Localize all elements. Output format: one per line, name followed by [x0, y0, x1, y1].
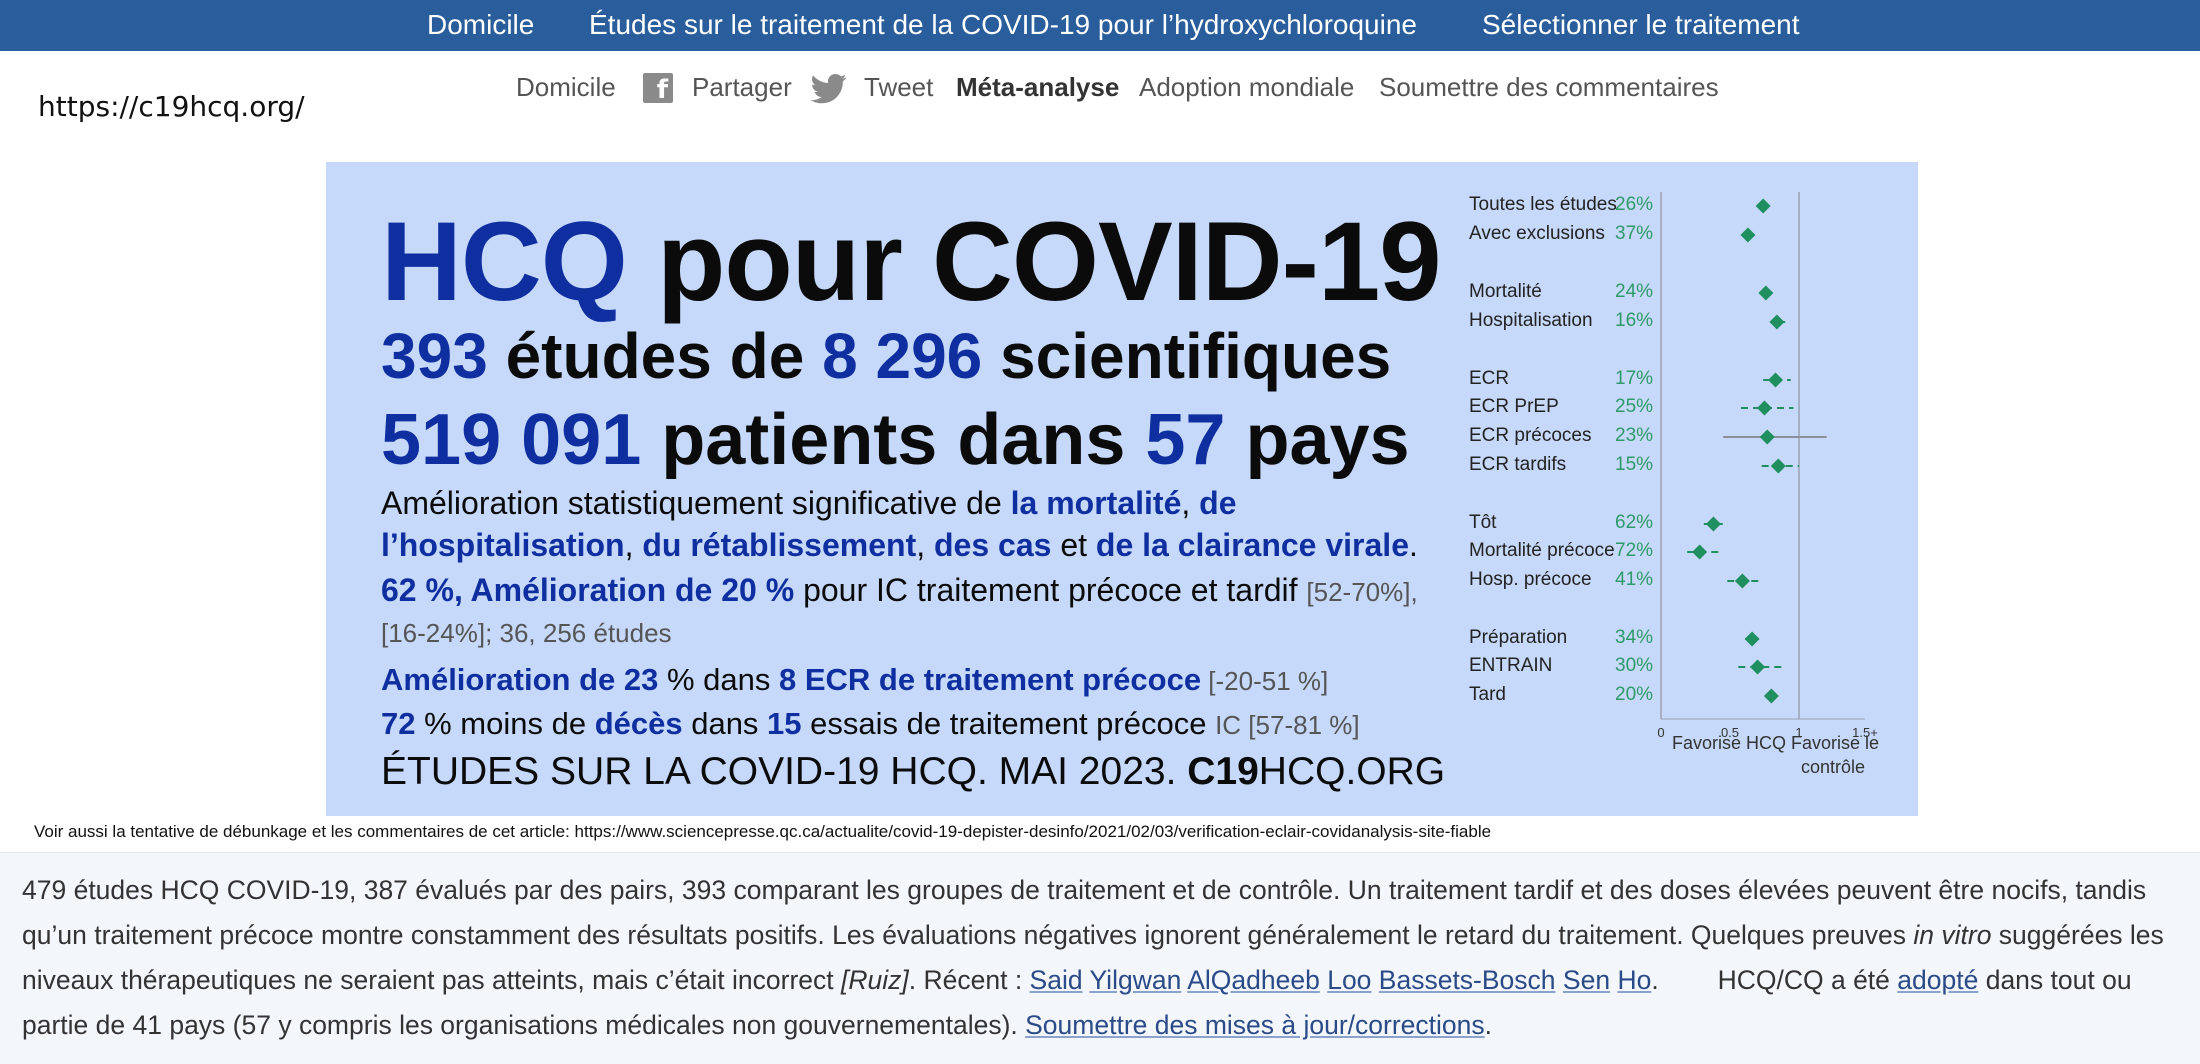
forest-plot-graphic: 0 0.5 1 1.5+ [1657, 192, 1878, 740]
nav-select-treatment-link[interactable]: Sélectionner le traitement [1482, 9, 1800, 41]
forest-point-marker [1692, 544, 1708, 560]
forest-row-percent: 24% [1615, 281, 1654, 302]
forest-point-marker [1763, 688, 1779, 704]
forest-row-percent: 34% [1615, 627, 1654, 648]
forest-point-marker [1770, 458, 1786, 474]
url-label: https://c19hcq.org/ [38, 90, 305, 123]
top-nav-bar: Domicile Études sur le traitement de la … [0, 0, 2200, 51]
forest-row-percent: 16% [1615, 310, 1654, 331]
forest-row-label: ECR PrEP [1469, 396, 1559, 417]
submit-corrections-link[interactable]: Soumettre des mises à jour/corrections [1025, 1010, 1485, 1040]
summary-banner: HCQ pour COVID-19 393 études de 8 296 sc… [326, 162, 1918, 816]
forest-row-percent: 37% [1615, 223, 1654, 244]
x-axis-tick-label: 0 [1657, 725, 1664, 740]
recent-study-link[interactable]: AlQadheeb [1187, 965, 1320, 995]
forest-row-percent: 25% [1615, 396, 1654, 417]
forest-row-percent: 72% [1615, 540, 1654, 561]
subnav-share-link[interactable]: Partager [692, 72, 792, 103]
nav-home-link[interactable]: Domicile [427, 9, 534, 41]
forest-point-marker [1759, 429, 1775, 445]
forest-point-marker [1750, 659, 1766, 675]
adopted-link[interactable]: adopté [1897, 965, 1978, 995]
favors-control-label-2: contrôle [1801, 757, 1866, 777]
forest-point-marker [1705, 516, 1721, 532]
forest-point-marker [1757, 400, 1772, 416]
facebook-icon[interactable]: f [643, 73, 673, 105]
forest-point-marker [1740, 227, 1756, 243]
debunk-footnote: Voir aussi la tentative de débunkage et … [34, 822, 1492, 841]
forest-point-marker [1734, 573, 1750, 589]
forest-row-percent: 23% [1615, 425, 1654, 446]
subnav-tweet-link[interactable]: Tweet [864, 72, 933, 103]
forest-row-percent: 62% [1615, 512, 1654, 533]
recent-study-link[interactable]: Yilgwan [1089, 965, 1181, 995]
forest-row-label: Hosp. précoce [1469, 569, 1592, 590]
forest-row-percent: 20% [1615, 684, 1654, 705]
subnav-meta-analysis-link[interactable]: Méta-analyse [956, 72, 1119, 103]
description-panel: 479 études HCQ COVID-19, 387 évalués par… [0, 852, 2200, 1064]
nav-studies-link[interactable]: Études sur le traitement de la COVID-19 … [589, 9, 1417, 41]
forest-row-label: Mortalité [1469, 281, 1542, 302]
forest-row-percent: 41% [1615, 569, 1654, 590]
forest-point-marker [1755, 198, 1771, 214]
recent-study-link[interactable]: Bassets-Bosch [1379, 965, 1556, 995]
forest-row-percent: 15% [1615, 454, 1654, 475]
description-text: 479 études HCQ COVID-19, 387 évalués par… [22, 875, 2164, 1040]
forest-point-marker [1744, 631, 1760, 647]
forest-row-percent: 26% [1615, 194, 1654, 215]
forest-row-label: Avec exclusions [1469, 223, 1605, 244]
forest-plot: 0 0.5 1 1.5+ Toutes les études 26% Avec exclu… [326, 162, 1918, 816]
subnav-feedback-link[interactable]: Soumettre des commentaires [1379, 72, 1719, 103]
forest-row-label: ECR précoces [1469, 425, 1592, 446]
forest-row-label: Tôt [1469, 512, 1497, 533]
forest-row-percent: 17% [1615, 368, 1654, 389]
recent-study-link[interactable]: Said [1030, 965, 1083, 995]
forest-row-label: ENTRAIN [1469, 655, 1553, 676]
favors-control-label: Favorise le [1791, 733, 1880, 753]
twitter-icon[interactable] [810, 74, 848, 104]
recent-study-link[interactable]: Sen [1563, 965, 1610, 995]
forest-row-label: Toutes les études [1469, 194, 1617, 215]
subnav-home-link[interactable]: Domicile [516, 72, 616, 103]
subnav-adoption-link[interactable]: Adoption mondiale [1139, 72, 1354, 103]
recent-study-link[interactable]: Loo [1327, 965, 1371, 995]
forest-row-percent: 30% [1615, 655, 1654, 676]
forest-row-label: Hospitalisation [1469, 310, 1593, 331]
forest-point-marker [1769, 314, 1785, 330]
forest-row-label: ECR tardifs [1469, 454, 1567, 475]
forest-row-label: Mortalité précoce [1469, 540, 1615, 561]
recent-study-link[interactable]: Ho [1617, 965, 1651, 995]
forest-point-marker [1768, 372, 1784, 388]
forest-row-label: Tard [1469, 684, 1506, 705]
forest-row-label: ECR [1469, 368, 1510, 389]
forest-row-label: Préparation [1469, 627, 1568, 648]
favors-hcq-label: Favorise HCQ [1672, 733, 1787, 753]
forest-point-marker [1758, 285, 1774, 301]
recent-study-links: Said Yilgwan AlQadheeb Loo Bassets-Bosch… [1030, 965, 1652, 995]
